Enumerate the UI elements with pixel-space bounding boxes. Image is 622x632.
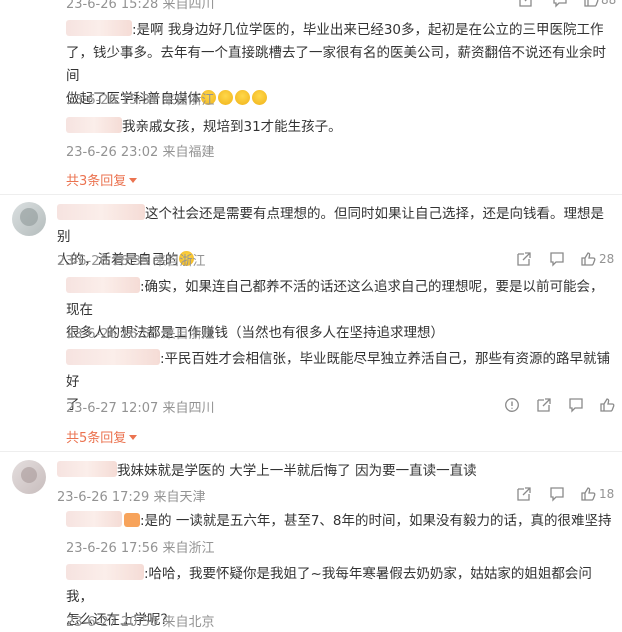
laugh-emoji-icon <box>218 90 233 105</box>
chevron-down-icon <box>129 435 138 440</box>
more-replies-link[interactable]: 共5条回复 <box>66 427 138 446</box>
like-count: 18 <box>599 487 615 501</box>
reply-item: 我亲戚女孩，规培到31才能生孩子。 <box>66 116 342 139</box>
reply-text: 了，钱少事多。去年有一个直接跳槽去了一家很有名的医美公司，薪资翻倍不说还有业余时… <box>66 45 606 84</box>
reply-text: :是的 一读就是五六年，甚至7、8年的时间，如果没有毅力的话，真的很难坚持 <box>140 513 612 529</box>
more-replies-label: 共5条回复 <box>66 431 127 446</box>
more-replies-link[interactable]: 共3条回复 <box>66 170 138 189</box>
reply-item: :是的 一读就是五六年，甚至7、8年的时间，如果没有毅力的话，真的很难坚持 <box>66 510 612 533</box>
chevron-down-icon <box>129 178 138 183</box>
reply-timestamp: 23-6-26 15:28 来自四川 <box>66 0 215 12</box>
reply-text: 我亲戚女孩，规培到31才能生孩子。 <box>122 119 342 135</box>
reply-timestamp: 23-6-26 23:02 来自福建 <box>66 145 215 160</box>
like-icon[interactable] <box>599 397 615 413</box>
reply-icon[interactable] <box>568 397 584 413</box>
like-icon[interactable] <box>583 0 599 8</box>
like-count: 88 <box>601 0 617 7</box>
reply-timestamp: 23-6-27 20:50 来自北京 <box>66 615 215 630</box>
share-icon[interactable] <box>516 251 532 267</box>
reply-timestamp: 23-6-26 16:56 来自浙江 <box>66 327 215 342</box>
like-icon[interactable] <box>580 486 596 502</box>
avatar[interactable] <box>12 202 46 236</box>
reply-timestamp: 23-6-26 15:31 来自浙江 <box>66 93 215 108</box>
reply-text: :确实，如果连自己都养不活的话还这么追求自己的理想呢，要是以前可能会，现在 <box>66 279 604 318</box>
reply-text: :是啊 我身边好几位学医的，毕业出来已经30多，起初是在公立的三甲医院工作 <box>132 22 604 38</box>
comment-text: 我妹妹就是学医的 大学上一半就后悔了 因为要一直读一直读 <box>117 463 477 479</box>
reply-timestamp: 23-6-26 17:56 来自浙江 <box>66 541 215 556</box>
divider <box>0 194 622 195</box>
user-badge-icon <box>124 513 140 527</box>
laugh-emoji-icon <box>252 90 267 105</box>
like-icon[interactable] <box>580 251 596 267</box>
username-blurred[interactable] <box>66 511 122 527</box>
reply-icon[interactable] <box>549 251 565 267</box>
username-blurred[interactable] <box>66 277 140 293</box>
like-count: 28 <box>599 252 615 266</box>
username-blurred[interactable] <box>57 461 117 477</box>
share-icon[interactable] <box>518 0 534 8</box>
share-icon[interactable] <box>536 397 552 413</box>
reply-icon[interactable] <box>552 0 568 8</box>
username-blurred[interactable] <box>57 204 145 220</box>
comment-timestamp: 23-6-26 17:29 来自天津 <box>57 490 206 505</box>
divider <box>0 451 622 452</box>
more-replies-label: 共3条回复 <box>66 174 127 189</box>
share-icon[interactable] <box>516 486 532 502</box>
avatar[interactable] <box>12 460 46 494</box>
reply-text: :哈哈，我要怀疑你是我姐了~我每年寒暑假去奶奶家，姑姑家的姐姐都会问我， <box>66 566 592 605</box>
username-blurred[interactable] <box>66 20 132 36</box>
laugh-emoji-icon <box>235 90 250 105</box>
comment-item: 我妹妹就是学医的 大学上一半就后悔了 因为要一直读一直读 <box>57 460 612 483</box>
comment-timestamp: 23-6-26 16:35 来自浙江 <box>57 254 206 269</box>
username-blurred[interactable] <box>66 117 122 133</box>
reply-timestamp: 23-6-27 12:07 来自四川 <box>66 401 215 416</box>
reply-icon[interactable] <box>549 486 565 502</box>
username-blurred[interactable] <box>66 349 160 365</box>
report-icon[interactable] <box>504 397 520 413</box>
username-blurred[interactable] <box>66 564 144 580</box>
